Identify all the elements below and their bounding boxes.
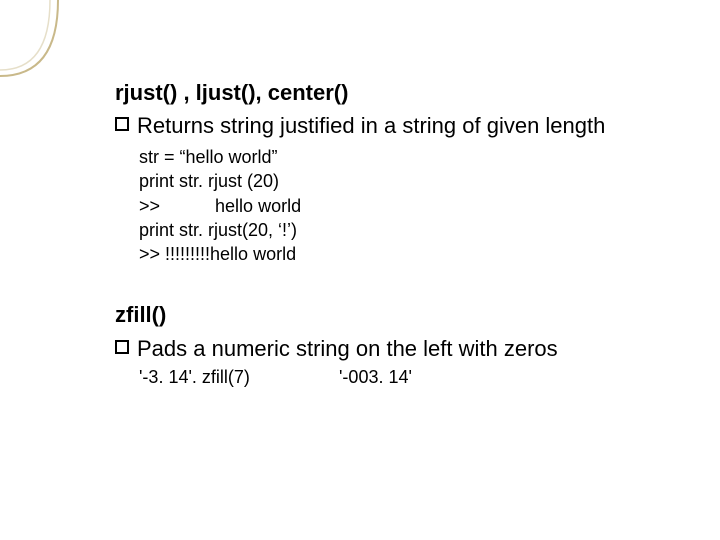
slide: rjust() , ljust(), center() Returns stri…: [0, 0, 720, 540]
section1-bullet-text: Returns string justified in a string of …: [137, 112, 660, 141]
section2-example-row: '-3. 14'. zfill(7) '-003. 14': [139, 367, 660, 388]
zfill-call: '-3. 14'. zfill(7): [139, 367, 339, 388]
section2-bullet-line: Pads a numeric string on the left with z…: [115, 335, 660, 364]
section2-bullet-text: Pads a numeric string on the left with z…: [137, 335, 660, 364]
section2-title: zfill(): [115, 302, 660, 328]
corner-decoration: [0, 0, 115, 78]
zfill-result: '-003. 14': [339, 367, 660, 388]
section1-title: rjust() , ljust(), center(): [115, 80, 660, 106]
section1-code: str = “hello world” print str. rjust (20…: [139, 145, 660, 266]
square-bullet-icon: [115, 117, 129, 131]
section1-bullet-line: Returns string justified in a string of …: [115, 112, 660, 141]
square-bullet-icon: [115, 340, 129, 354]
